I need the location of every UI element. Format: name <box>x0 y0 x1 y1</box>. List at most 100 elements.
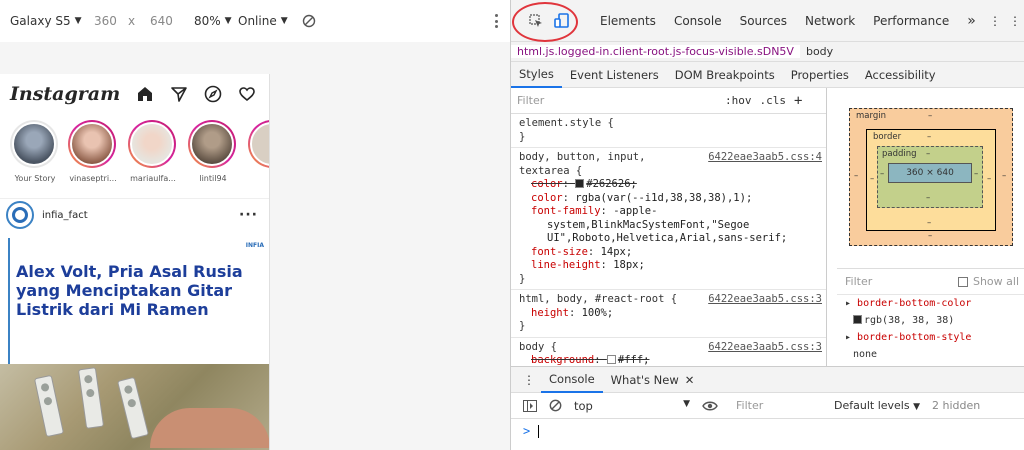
no-throttle-icon[interactable] <box>302 14 316 28</box>
css-property[interactable]: color: rgba(var(--i1d,38,38,38),1); <box>519 192 818 206</box>
breadcrumb: html.js.logged-in.client-root.js-focus-v… <box>511 42 1024 62</box>
computed-filter-input[interactable]: Filter <box>845 275 872 288</box>
tab-event-listeners[interactable]: Event Listeners <box>562 62 667 88</box>
color-swatch[interactable] <box>575 179 585 188</box>
box-padding: padding – – – – 360 × 640 <box>877 146 983 208</box>
new-rule-button[interactable]: + <box>794 93 802 109</box>
device-name: Galaxy S5 <box>10 14 71 28</box>
settings-more-icon[interactable]: ⋮ <box>985 14 1005 28</box>
hov-button[interactable]: :hov <box>725 94 752 107</box>
throttle-value: Online <box>238 14 277 28</box>
device-emulation-pane: Galaxy S5 ▼ 360 x 640 80% ▼ Online ▼ Instag… <box>0 0 510 450</box>
property-name: font-size <box>531 245 588 258</box>
text-cursor <box>538 424 540 438</box>
box-model-diagram: margin – – – – border – – – – padding – … <box>837 88 1024 264</box>
story-item[interactable]: vinaseptri... <box>68 120 118 183</box>
rule-source-link[interactable]: 6422eae3aab5.css:4 <box>708 151 822 165</box>
computed-property[interactable]: ▸ border-bottom-color <box>837 295 1024 312</box>
devtools-panel: Elements Console Sources Network Perform… <box>510 0 1024 450</box>
tab-accessibility[interactable]: Accessibility <box>857 62 944 88</box>
eye-icon[interactable] <box>702 400 718 412</box>
home-icon[interactable] <box>136 85 154 103</box>
direct-message-icon[interactable] <box>170 85 188 103</box>
drawer-tabbar: ⋮ Console What's New ✕ <box>511 367 1024 393</box>
tab-styles[interactable]: Styles <box>511 62 562 88</box>
css-property[interactable]: font-family: -apple- <box>519 205 818 219</box>
border-left-value: – <box>870 174 875 184</box>
story-item[interactable]: lintil94 <box>188 120 238 183</box>
tab-properties[interactable]: Properties <box>783 62 857 88</box>
instagram-header: Instagram <box>0 74 269 114</box>
post-avatar[interactable] <box>6 201 34 229</box>
styles-filter-input[interactable]: Filter <box>517 94 717 107</box>
instagram-logo[interactable]: Instagram <box>10 83 120 105</box>
drawer-menu-icon[interactable]: ⋮ <box>517 373 541 387</box>
levels-select[interactable]: Default levels ▼ <box>834 399 920 412</box>
post-username[interactable]: infia_fact <box>42 210 88 221</box>
tab-performance[interactable]: Performance <box>864 0 958 42</box>
drawer-tab-console[interactable]: Console <box>541 367 603 393</box>
close-icon[interactable]: ✕ <box>685 373 695 387</box>
more-tabs-button[interactable]: » <box>958 0 985 42</box>
css-property[interactable]: line-height: 18px; <box>519 259 818 273</box>
tab-sources[interactable]: Sources <box>731 0 796 42</box>
css-rule: element.style { } <box>511 114 826 148</box>
story-item[interactable]: Your Story <box>10 120 60 183</box>
throttle-select[interactable]: Online ▼ <box>238 14 288 28</box>
device-select[interactable]: Galaxy S5 ▼ <box>10 14 82 28</box>
css-property[interactable]: color: #262626; <box>519 178 818 192</box>
css-property[interactable]: font-size: 14px; <box>519 246 818 260</box>
caret-down-icon: ▼ <box>683 398 690 409</box>
post-brand: INFIA <box>245 242 264 249</box>
story-item[interactable]: m <box>248 120 269 183</box>
css-property[interactable]: background: #fff; <box>519 354 818 366</box>
border-label: border <box>873 132 902 142</box>
phone-viewport: Instagram Your Story vinaseptri... maria… <box>0 74 270 450</box>
computed-value: rgb(38, 38, 38) <box>837 312 1024 329</box>
padding-bottom-value: – <box>926 193 931 203</box>
caret-down-icon: ▼ <box>280 16 288 26</box>
height-input[interactable]: 640 <box>150 14 173 28</box>
property-value: UI",Roboto,Helvetica,Arial,sans-serif; <box>547 232 788 244</box>
tab-network[interactable]: Network <box>796 0 864 42</box>
console-prompt[interactable]: > <box>511 419 1024 443</box>
css-property[interactable]: height: 100%; <box>519 307 818 321</box>
levels-value: Default levels <box>834 399 910 412</box>
console-toolbar: top ▼ Filter Default levels ▼ 2 hidden <box>511 393 1024 419</box>
zoom-select[interactable]: 80% ▼ <box>194 14 232 28</box>
story-name: vinaseptri... <box>69 174 117 183</box>
breadcrumb-html[interactable]: html.js.logged-in.client-root.js-focus-v… <box>511 45 800 58</box>
color-swatch[interactable] <box>606 355 616 364</box>
property-value: #262626; <box>586 178 637 190</box>
story-item[interactable]: mariaulfa... <box>128 120 178 183</box>
rule-source-link[interactable]: 6422eae3aab5.css:3 <box>708 293 822 307</box>
computed-filter-bar: Filter Show all <box>837 269 1024 295</box>
drawer-tab-whats-new[interactable]: What's New ✕ <box>603 367 703 393</box>
computed-property-name: border-bottom-color <box>857 298 972 309</box>
tab-dom-breakpoints[interactable]: DOM Breakpoints <box>667 62 783 88</box>
breadcrumb-body[interactable]: body <box>800 45 839 58</box>
width-input[interactable]: 360 <box>94 14 117 28</box>
css-rule: 6422eae3aab5.css:4 body, button, input, … <box>511 148 826 290</box>
context-select[interactable]: top ▼ <box>574 399 690 413</box>
explore-icon[interactable] <box>204 85 222 103</box>
more-options-icon[interactable]: ··· <box>239 207 258 223</box>
customize-icon[interactable]: ⋮ <box>1005 14 1024 28</box>
clear-console-icon[interactable] <box>549 399 562 412</box>
tab-console[interactable]: Console <box>665 0 731 42</box>
heart-icon[interactable] <box>238 85 256 103</box>
box-content[interactable]: 360 × 640 <box>888 163 972 183</box>
sidebar-toggle-icon[interactable] <box>523 399 537 412</box>
computed-property[interactable]: ▸ border-bottom-style <box>837 329 1024 346</box>
border-right-value: – <box>987 174 992 184</box>
margin-left-value: – <box>854 171 859 181</box>
property-value: 100%; <box>581 306 614 319</box>
device-more-icon[interactable] <box>493 12 499 30</box>
cls-button[interactable]: .cls <box>760 94 787 107</box>
show-all-label: Show all <box>972 275 1019 288</box>
show-all-checkbox[interactable]: Show all <box>957 275 1019 288</box>
console-filter-input[interactable]: Filter <box>736 399 826 412</box>
tab-elements[interactable]: Elements <box>591 0 665 42</box>
rule-source-link[interactable]: 6422eae3aab5.css:3 <box>708 341 822 355</box>
computed-pane: Filter Show all ▸ border-bottom-color rg… <box>837 268 1024 366</box>
